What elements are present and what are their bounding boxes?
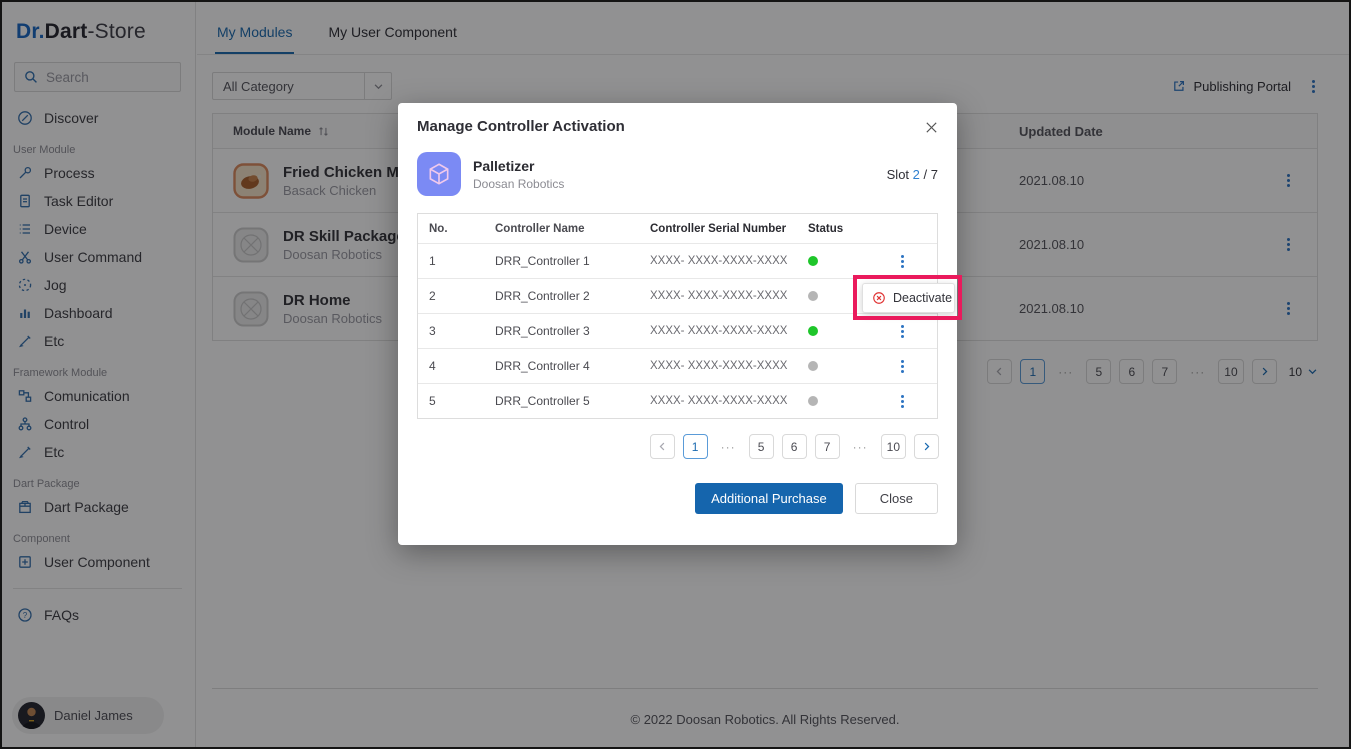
controller-name: DRR_Controller 4 [495, 359, 650, 373]
pagination-ellipsis: ··· [848, 434, 873, 459]
controller-table: No. Controller Name Controller Serial Nu… [417, 213, 938, 419]
controller-menu-button[interactable] [898, 322, 907, 341]
pagination-next-button[interactable] [914, 434, 939, 459]
close-icon[interactable] [922, 118, 941, 137]
controller-serial: XXXX- XXXX-XXXX-XXXX [650, 290, 808, 302]
column-serial-number: Controller Serial Number [650, 223, 808, 235]
deactivate-icon [872, 291, 886, 305]
controller-serial: XXXX- XXXX-XXXX-XXXX [650, 360, 808, 372]
status-dot [808, 396, 818, 406]
controller-name: DRR_Controller 5 [495, 394, 650, 408]
controller-row: 2 DRR_Controller 2 XXXX- XXXX-XXXX-XXXX [418, 278, 937, 313]
deactivate-label: Deactivate [893, 291, 952, 305]
controller-table-header: No. Controller Name Controller Serial Nu… [418, 214, 937, 243]
status-dot [808, 256, 818, 266]
column-status: Status [808, 223, 868, 235]
modal-module-vendor: Doosan Robotics [473, 177, 564, 191]
controller-menu-button[interactable] [898, 357, 907, 376]
controller-row: 5 DRR_Controller 5 XXXX- XXXX-XXXX-XXXX [418, 383, 937, 418]
status-dot [808, 326, 818, 336]
status-dot [808, 361, 818, 371]
pagination-page-1[interactable]: 1 [683, 434, 708, 459]
slot-indicator: Slot 2 / 7 [887, 167, 938, 182]
close-button[interactable]: Close [855, 483, 938, 514]
controller-row: 4 DRR_Controller 4 XXXX- XXXX-XXXX-XXXX [418, 348, 937, 383]
palletizer-cube-icon [417, 152, 461, 196]
pagination-page-5[interactable]: 5 [749, 434, 774, 459]
controller-name: DRR_Controller 3 [495, 324, 650, 338]
slot-total: / 7 [924, 167, 938, 182]
additional-purchase-button[interactable]: Additional Purchase [695, 483, 843, 514]
deactivate-menu-item[interactable]: Deactivate [862, 283, 955, 313]
manage-controller-activation-modal: Manage Controller Activation Palletizer … [398, 103, 957, 545]
pagination-ellipsis: ··· [716, 434, 741, 459]
slot-current: 2 [913, 167, 920, 182]
modal-module-summary: Palletizer Doosan Robotics Slot 2 / 7 [417, 152, 938, 196]
controller-serial: XXXX- XXXX-XXXX-XXXX [650, 395, 808, 407]
status-dot [808, 291, 818, 301]
controller-name: DRR_Controller 2 [495, 289, 650, 303]
column-controller-name: Controller Name [495, 223, 650, 235]
controller-row: 3 DRR_Controller 3 XXXX- XXXX-XXXX-XXXX [418, 313, 937, 348]
modal-title: Manage Controller Activation [417, 118, 625, 135]
controller-serial: XXXX- XXXX-XXXX-XXXX [650, 325, 808, 337]
controller-row: 1 DRR_Controller 1 XXXX- XXXX-XXXX-XXXX [418, 243, 937, 278]
controller-pagination: 1 ··· 5 6 7 ··· 10 [398, 434, 939, 459]
controller-menu-button[interactable] [898, 392, 907, 411]
pagination-page-6[interactable]: 6 [782, 434, 807, 459]
controller-serial: XXXX- XXXX-XXXX-XXXX [650, 255, 808, 267]
pagination-prev-button[interactable] [650, 434, 675, 459]
modal-module-name: Palletizer [473, 157, 564, 177]
pagination-page-7[interactable]: 7 [815, 434, 840, 459]
column-no: No. [418, 223, 495, 235]
controller-menu-button[interactable] [898, 252, 907, 271]
pagination-page-10[interactable]: 10 [881, 434, 906, 459]
controller-name: DRR_Controller 1 [495, 254, 650, 268]
